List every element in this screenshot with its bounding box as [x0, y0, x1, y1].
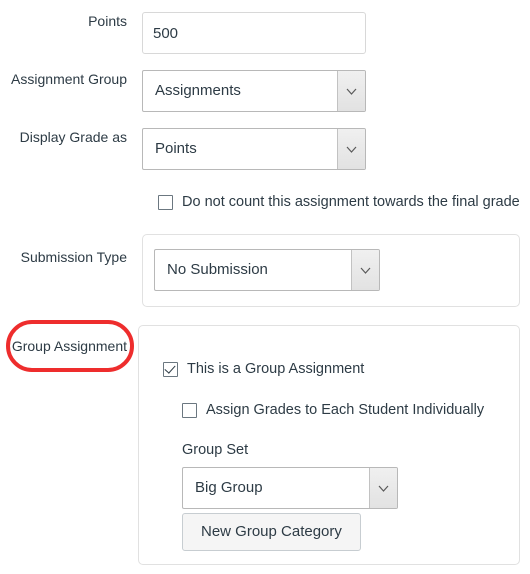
- label-assignment-group: Assignment Group: [11, 71, 127, 87]
- submission-type-panel: No Submission: [142, 234, 520, 307]
- display-grade-as-value: Points: [155, 140, 197, 157]
- group-assignment-panel: This is a Group Assignment Assign Grades…: [138, 325, 520, 565]
- chevron-down-icon: [369, 468, 397, 508]
- form-row-display-grade-as: Display Grade as Points: [0, 128, 366, 175]
- is-group-assignment-checkbox-row[interactable]: This is a Group Assignment: [163, 360, 364, 378]
- field-display-grade-as: Points: [142, 128, 366, 175]
- new-group-category-button[interactable]: New Group Category: [182, 513, 361, 551]
- group-set-value: Big Group: [195, 479, 263, 496]
- assignment-group-value: Assignments: [155, 82, 241, 99]
- chevron-down-icon: [337, 129, 365, 169]
- do-not-count-checkbox-row[interactable]: Do not count this assignment towards the…: [158, 193, 520, 211]
- label-group-assignment: Group Assignment: [11, 338, 127, 354]
- submission-type-select[interactable]: No Submission: [154, 249, 380, 291]
- chevron-down-icon: [337, 71, 365, 111]
- group-set-select[interactable]: Big Group: [182, 467, 398, 509]
- chevron-down-icon: [351, 250, 379, 290]
- do-not-count-checkbox[interactable]: [158, 194, 173, 210]
- label-points: Points: [88, 13, 127, 29]
- form-row-points: Points: [0, 12, 366, 54]
- label-submission-type: Submission Type: [20, 249, 127, 265]
- points-input[interactable]: [142, 12, 366, 54]
- label-display-grade-as: Display Grade as: [19, 129, 127, 145]
- submission-type-value: No Submission: [167, 261, 268, 278]
- field-assignment-group: Assignments: [142, 70, 366, 117]
- assign-grades-individually-checkbox[interactable]: [182, 402, 197, 418]
- assignment-group-select[interactable]: Assignments: [142, 70, 366, 112]
- group-set-label: Group Set: [182, 442, 249, 458]
- assign-grades-individually-label: Assign Grades to Each Student Individual…: [206, 402, 485, 418]
- form-row-assignment-group: Assignment Group Assignments: [0, 70, 366, 117]
- display-grade-as-select[interactable]: Points: [142, 128, 366, 170]
- is-group-assignment-checkbox[interactable]: [163, 361, 178, 377]
- field-points: [142, 12, 366, 54]
- is-group-assignment-label: This is a Group Assignment: [187, 361, 365, 377]
- do-not-count-label: Do not count this assignment towards the…: [182, 194, 520, 210]
- assign-grades-individually-checkbox-row[interactable]: Assign Grades to Each Student Individual…: [182, 401, 484, 419]
